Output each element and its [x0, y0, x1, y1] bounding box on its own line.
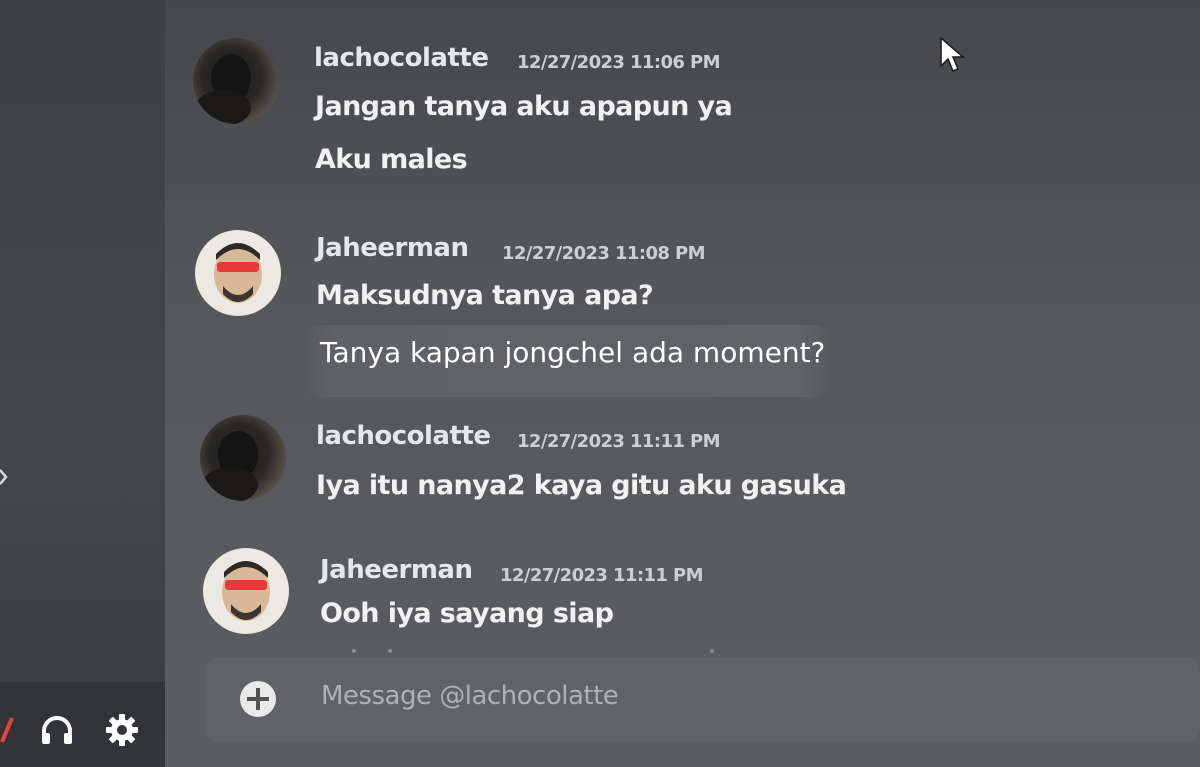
screen: lachocolatte 12/27/2023 11:06 PM Jangan …	[0, 0, 1200, 767]
user-panel	[0, 682, 165, 767]
mic-muted-icon[interactable]	[0, 712, 14, 748]
cutoff-message-fragment	[352, 649, 714, 653]
message-timestamp: 12/27/2023 11:06 PM	[517, 52, 720, 73]
message-timestamp: 12/27/2023 11:11 PM	[500, 565, 703, 586]
sidebar	[0, 0, 165, 767]
message-text: Ooh iya sayang siap	[320, 598, 614, 629]
message-text: Aku males	[315, 144, 468, 175]
gear-icon[interactable]	[104, 712, 140, 748]
message-text: Maksudnya tanya apa?	[316, 280, 654, 311]
message-timestamp: 12/27/2023 11:08 PM	[502, 243, 705, 264]
mouse-pointer-icon	[940, 36, 966, 72]
avatar[interactable]	[193, 38, 279, 124]
add-circle-icon[interactable]	[238, 679, 278, 719]
username[interactable]: Jaheerman	[316, 233, 469, 263]
avatar[interactable]	[200, 415, 286, 501]
overlay-message-text: Tanya kapan jongchel ada moment?	[320, 336, 826, 369]
avatar[interactable]	[203, 548, 289, 634]
avatar-face	[222, 561, 270, 621]
message-text: Jangan tanya aku apapun ya	[315, 91, 733, 122]
username[interactable]: lachocolatte	[314, 43, 489, 73]
avatar-silhouette	[195, 54, 251, 124]
message-text: Iya itu nanya2 kaya gitu aku gasuka	[316, 470, 847, 501]
sidebar-edge-mark	[0, 469, 8, 485]
message-input[interactable]: Message @lachocolatte	[321, 681, 619, 711]
avatar-face	[214, 243, 262, 303]
message-timestamp: 12/27/2023 11:11 PM	[517, 431, 720, 452]
headset-icon[interactable]	[38, 711, 76, 749]
username[interactable]: lachocolatte	[316, 421, 491, 451]
username[interactable]: Jaheerman	[320, 555, 473, 585]
message-composer[interactable]: Message @lachocolatte	[205, 657, 1200, 742]
avatar-silhouette	[202, 431, 258, 501]
avatar[interactable]	[195, 230, 281, 316]
